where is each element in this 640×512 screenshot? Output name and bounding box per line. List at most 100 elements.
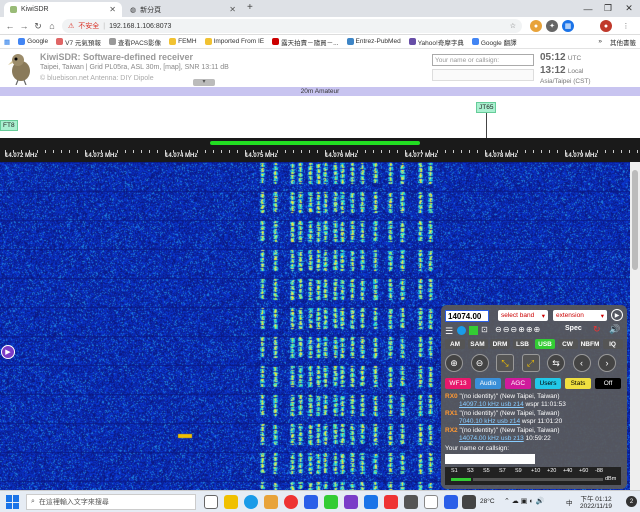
extension-select[interactable]: extension ▾ — [553, 310, 607, 321]
extensions-icon[interactable]: ✦ — [546, 20, 558, 32]
mode-button-drm[interactable]: DRM — [490, 339, 510, 349]
app-icon-5[interactable] — [404, 495, 418, 509]
a-badge-icon[interactable] — [457, 326, 466, 335]
bookmark-item[interactable]: FEMH — [169, 38, 197, 45]
notification-badge[interactable]: 2 — [626, 496, 637, 507]
mode-button-lsb[interactable]: LSB — [512, 339, 533, 349]
band-bar[interactable]: 20m Amateur — [0, 87, 640, 96]
edge-icon[interactable] — [244, 495, 258, 509]
maximize-icon[interactable]: ❐ — [598, 0, 618, 17]
chrome-icon[interactable] — [284, 495, 298, 509]
panel-tab-off[interactable]: Off — [595, 378, 621, 389]
panel-tab-agc[interactable]: AGC — [505, 378, 531, 389]
zoom-max-icon[interactable]: ⤢ — [521, 354, 540, 372]
home-icon[interactable]: ⌂ — [46, 20, 58, 32]
mode-button-nbfm[interactable]: NBFM — [580, 339, 600, 349]
profile-avatar[interactable]: ● — [600, 20, 612, 32]
app-icon-2[interactable] — [324, 495, 338, 509]
address-bar[interactable]: ⚠ 不安全 | 192.168.1.106:8073 ☆ — [62, 19, 522, 33]
star-icon[interactable]: ☆ — [510, 22, 516, 30]
bookmark-label: 查看PACS影像 — [117, 39, 162, 47]
zoom-out-icon[interactable]: ⊖ — [470, 354, 489, 372]
weather-widget-icon[interactable] — [224, 495, 238, 509]
new-tab-button[interactable]: + — [247, 2, 253, 13]
windows-start-icon[interactable] — [6, 495, 20, 509]
file-explorer-icon[interactable] — [264, 495, 278, 509]
bookmark-item[interactable]: Imported From IE — [204, 38, 264, 45]
panel-tab-audio[interactable]: Audio — [475, 378, 501, 389]
bookmark-item[interactable]: Google 翻譯 — [471, 37, 517, 47]
zoom-fit-icon[interactable]: ⤡ — [496, 354, 514, 372]
frequency-input[interactable]: 14074.00 — [445, 310, 489, 322]
zoom-in-icon[interactable]: ⊕ — [445, 354, 463, 372]
name-callsign-input[interactable]: Your name or callsign: — [432, 54, 534, 66]
swap-icon[interactable]: ⇆ — [547, 354, 565, 372]
app-icon-4[interactable] — [384, 495, 398, 509]
forward-icon[interactable]: → — [18, 20, 30, 32]
dx-label-ft8[interactable]: FT8 — [0, 120, 18, 131]
other-bookmarks[interactable]: 其他書籤 — [610, 37, 640, 47]
bookmark-item[interactable]: Yahoo!奇摩字典 — [408, 37, 464, 47]
user-frequency-link[interactable]: 14074.00 kHz usb z13 — [459, 435, 524, 442]
speaker-icon[interactable]: 🔊 — [609, 324, 620, 335]
back-icon[interactable]: ← — [4, 20, 16, 32]
tab-kiwisdr[interactable]: KiwiSDR ✕ — [4, 2, 122, 17]
vscode-icon[interactable] — [364, 495, 378, 509]
bookmarks-more-button[interactable]: » — [598, 38, 602, 45]
mode-button-cw[interactable]: CW — [557, 339, 578, 349]
dx-label-jt65[interactable]: JT65 — [476, 102, 497, 113]
green-square-icon[interactable] — [469, 326, 478, 335]
mode-button-iq[interactable]: IQ — [602, 339, 623, 349]
mode-button-sam[interactable]: SAM — [467, 339, 488, 349]
tab-new[interactable]: ◍ 新分頁 ✕ — [124, 2, 242, 17]
play-icon[interactable]: ▶ — [1, 345, 15, 359]
app-icon-1[interactable] — [304, 495, 318, 509]
menu-icon[interactable]: ⋮ — [620, 20, 632, 32]
panel-tab-stats[interactable]: Stats — [565, 378, 591, 389]
name-callsign-field[interactable] — [432, 69, 534, 81]
task-view-icon[interactable] — [204, 495, 218, 509]
spec-button[interactable]: Spec — [565, 325, 582, 332]
bookmark-item[interactable]: V7 元氣預報 — [56, 37, 101, 47]
app-icon-8[interactable] — [462, 495, 476, 509]
bookmark-item[interactable]: 露天拍賣－隨買－... — [272, 37, 339, 47]
input-language[interactable]: 中 — [566, 497, 573, 507]
app-icon-3[interactable] — [344, 495, 358, 509]
user-frequency-link[interactable]: 7040.10 kHz usb z14 — [459, 418, 520, 425]
passband-indicator[interactable] — [210, 141, 420, 145]
apps-grid-icon[interactable]: ▦ — [4, 38, 10, 46]
reset-icon[interactable]: ↻ — [593, 324, 601, 335]
step-left-icon[interactable]: ‹ — [572, 354, 591, 372]
metamask-icon[interactable]: ● — [530, 20, 542, 32]
taskbar-search-box[interactable]: ⌕ 在這裡輸入文字來搜尋 — [26, 494, 196, 510]
step-buttons[interactable]: ⊖⊖⊖⊕⊕⊕ — [495, 325, 541, 334]
close-tab-icon[interactable]: ✕ — [109, 5, 116, 14]
close-window-icon[interactable]: ✕ — [619, 0, 639, 17]
mode-button-usb[interactable]: USB — [535, 339, 555, 349]
taskbar-clock[interactable]: 下午 01:12 2022/11/19 — [580, 493, 612, 510]
app-icon-6[interactable] — [424, 495, 438, 509]
close-tab-icon[interactable]: ✕ — [229, 5, 236, 14]
reload-icon[interactable]: ↻ — [32, 20, 44, 32]
panel-tab-users[interactable]: Users — [535, 378, 561, 389]
mode-button-am[interactable]: AM — [445, 339, 465, 349]
collapse-header-button[interactable]: ▾ — [193, 79, 215, 86]
step-right-icon[interactable]: › — [598, 354, 616, 372]
temperature[interactable]: 28°C — [480, 498, 495, 505]
panel-tab-wf13[interactable]: WF13 — [445, 378, 471, 389]
band-select[interactable]: select band ▾ — [498, 310, 548, 321]
panel-name-input[interactable] — [445, 454, 535, 464]
sidepanel-icon[interactable]: ▦ — [562, 20, 574, 32]
app-icon-7[interactable] — [444, 495, 458, 509]
bookmark-item[interactable]: Google — [18, 38, 48, 45]
scrollbar-thumb[interactable] — [632, 170, 638, 270]
user-frequency-link[interactable]: 14097.10 kHz usb z14 — [459, 401, 524, 408]
lock-icon[interactable]: ⊡ — [481, 325, 488, 334]
tray-icons[interactable]: ⌃ ☁ ▣ ◐ 🔊 — [504, 497, 544, 505]
scale-minor-tick — [613, 150, 614, 153]
bookmark-item[interactable]: 查看PACS影像 — [108, 37, 162, 47]
play-circle-icon[interactable]: ▶ — [611, 309, 623, 321]
hamburger-icon[interactable]: ☰ — [445, 326, 453, 337]
minimize-icon[interactable]: — — [578, 0, 598, 17]
bookmark-item[interactable]: Entrez-PubMed — [346, 38, 401, 45]
